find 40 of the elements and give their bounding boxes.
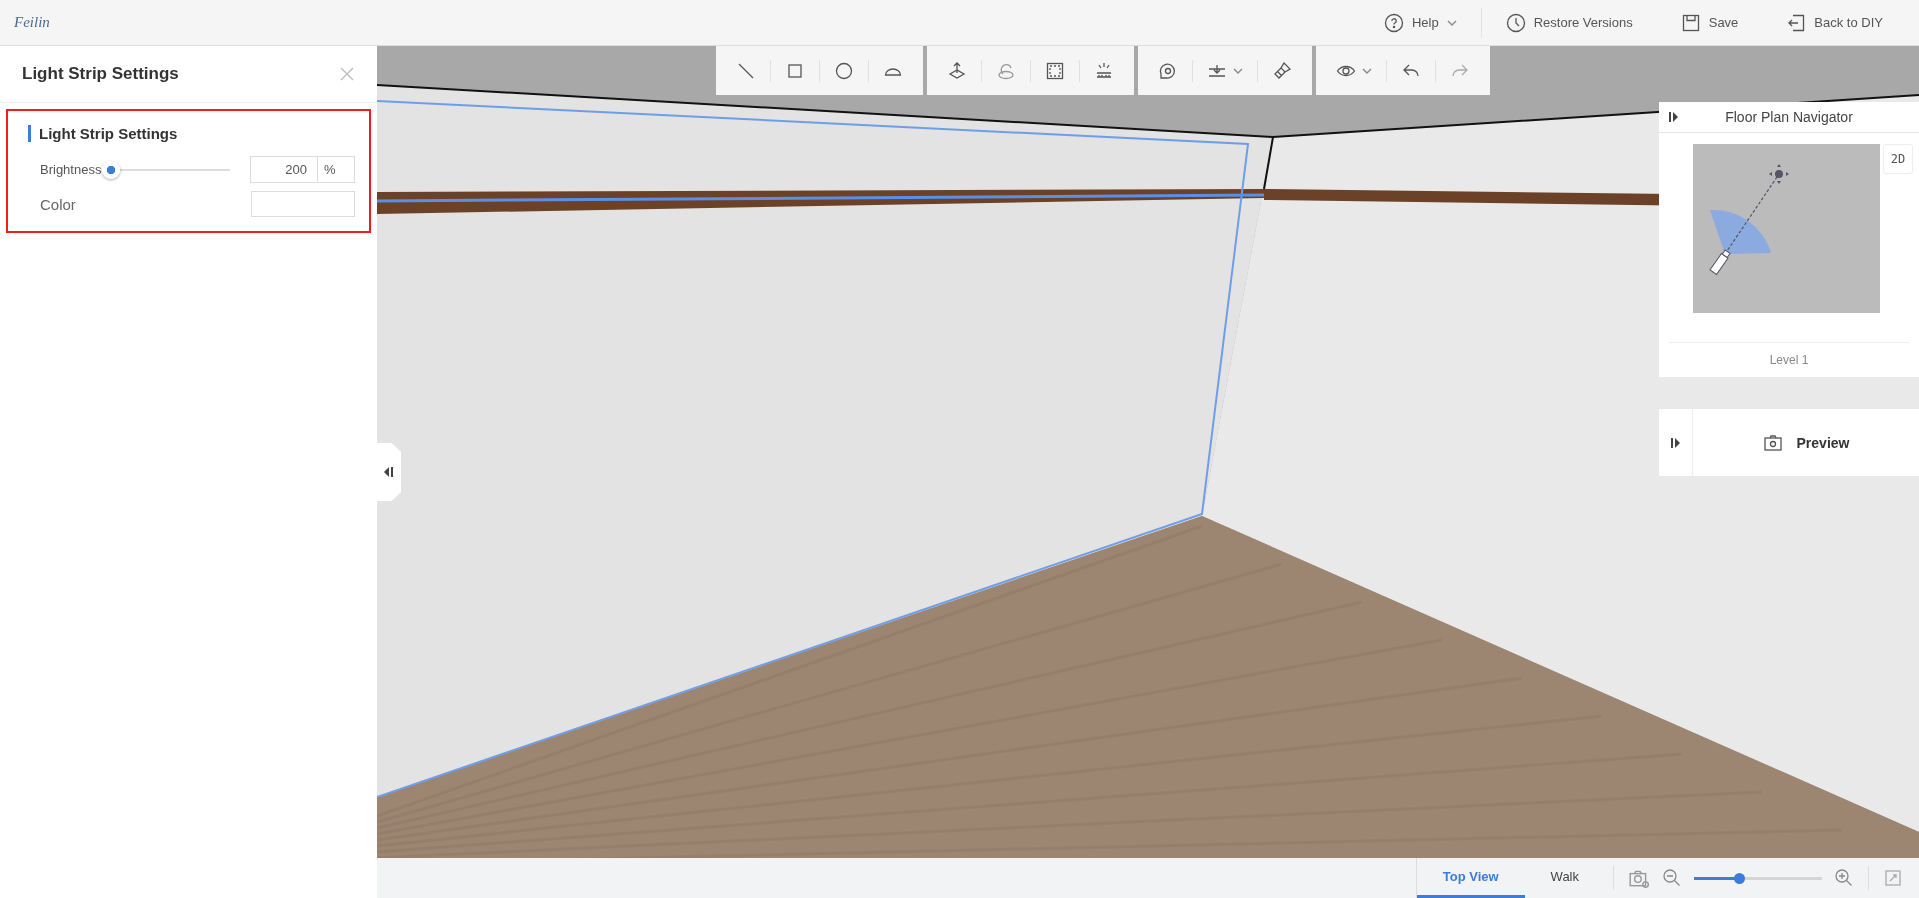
section-title: Light Strip Settings [28, 125, 355, 142]
caret-icon[interactable] [1362, 66, 1372, 75]
arrow-up-icon[interactable] [947, 60, 967, 81]
view-tab[interactable]: Walk [1524, 858, 1605, 898]
clock-icon[interactable] [1505, 12, 1526, 33]
view-tab[interactable]: Top View [1416, 858, 1525, 898]
panel-title: Light Strip Settings [22, 64, 179, 84]
light-rays-icon[interactable] [1094, 60, 1114, 81]
header-action-button[interactable]: Restore Versions [1481, 7, 1657, 38]
logo: Feilin [14, 14, 50, 31]
2d-toggle-button[interactable]: 2D [1883, 144, 1913, 174]
color-field[interactable] [251, 191, 355, 217]
caret-icon[interactable] [1446, 18, 1457, 27]
brightness-input[interactable]: 200 [250, 156, 318, 183]
header-action-button[interactable]: Back to DIY [1762, 7, 1907, 38]
slider-thumb[interactable] [102, 160, 120, 179]
floor-level-label: Level 1 [1768, 352, 1810, 369]
collapse-handle[interactable] [377, 443, 401, 501]
circle-icon[interactable] [834, 60, 854, 81]
navigator-title: Floor Plan Navigator [1724, 109, 1854, 125]
preview-button[interactable]: Preview [1693, 409, 1919, 476]
camera-icon[interactable] [1762, 432, 1783, 453]
brightness-label: Brightness [40, 162, 102, 177]
color-label: Color [40, 195, 76, 213]
expand-icon[interactable] [1670, 436, 1681, 449]
caret-icon[interactable] [1233, 66, 1243, 75]
brush-icon[interactable] [1272, 60, 1292, 81]
zoom-in-icon[interactable] [1834, 868, 1854, 888]
help-icon[interactable] [1383, 12, 1404, 33]
collapse-icon[interactable] [384, 466, 394, 478]
expand-icon[interactable] [1669, 111, 1679, 123]
dashed-square-icon[interactable] [1045, 60, 1065, 81]
unit-label: % [318, 156, 355, 183]
save-icon[interactable] [1680, 12, 1701, 33]
zoom-out-icon[interactable] [1662, 868, 1682, 888]
exit-icon[interactable] [1786, 12, 1807, 33]
tape-measure-icon[interactable] [1158, 60, 1178, 81]
header-action-button[interactable]: Save [1656, 7, 1763, 38]
header-action-button[interactable]: Help [1359, 7, 1482, 38]
zoom-thumb[interactable] [1733, 872, 1745, 884]
